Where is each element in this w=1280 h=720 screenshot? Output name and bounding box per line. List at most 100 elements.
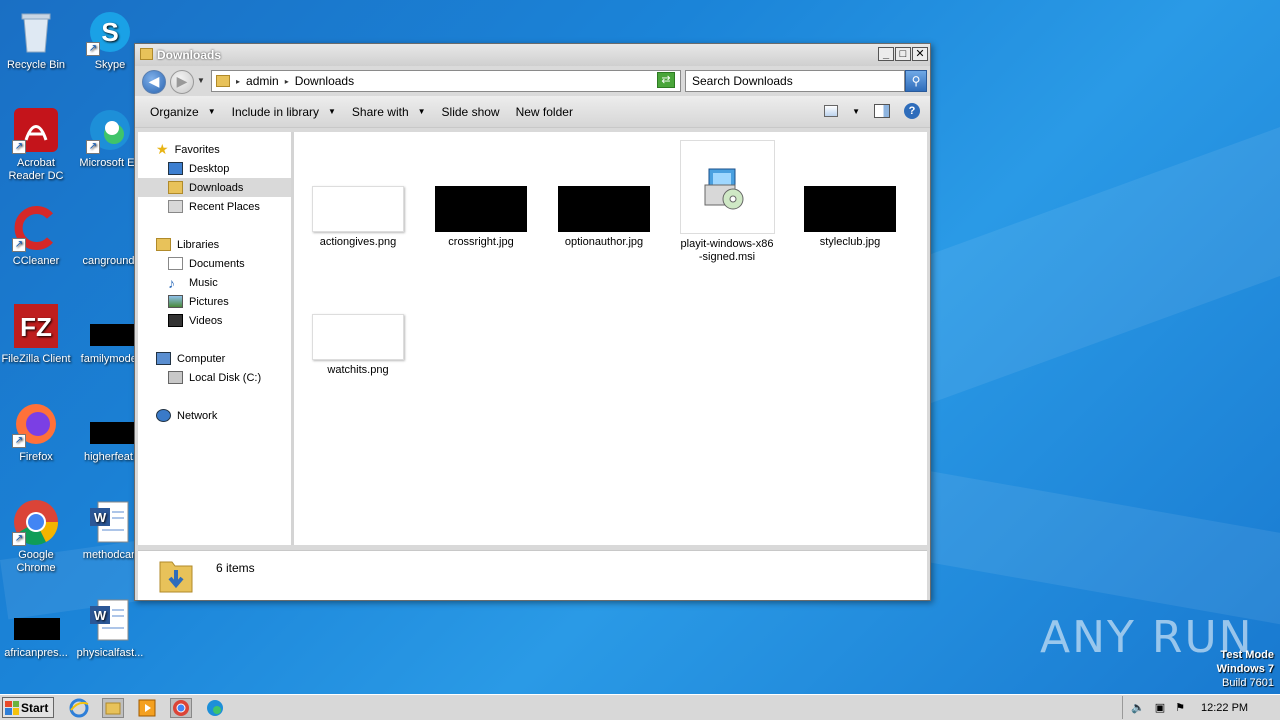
downloads-folder-icon [168, 181, 183, 194]
action-center-flag-icon[interactable]: ⚑ [1175, 701, 1185, 714]
breadcrumb-downloads[interactable]: Downloads [295, 74, 354, 88]
share-with-button[interactable]: Share with ▼ [344, 105, 434, 119]
file-item[interactable]: playit-windows-x86 -signed.msi [672, 140, 782, 264]
slide-show-button[interactable]: Slide show [434, 105, 508, 119]
windows-logo-icon [5, 700, 19, 715]
window-title: Downloads [157, 48, 222, 62]
nav-item-label: Network [177, 409, 218, 422]
downloads-folder-icon [159, 561, 193, 593]
file-item[interactable]: styleclub.jpg [795, 186, 905, 249]
breadcrumb-admin[interactable]: admin [246, 74, 279, 88]
chevron-down-icon[interactable]: ▼ [852, 107, 860, 116]
ccleaner-icon: ↗ [12, 204, 60, 252]
desktop-icon [168, 162, 183, 175]
music-icon: ♪ [168, 274, 175, 291]
nav-item-pictures[interactable]: Pictures [138, 292, 291, 311]
test-mode-line: Test Mode [1220, 649, 1274, 661]
include-in-library-button[interactable]: Include in library ▼ [224, 105, 344, 119]
nav-item-computer[interactable]: Computer [138, 349, 291, 368]
search-icon[interactable]: ⚲ [905, 70, 927, 92]
nav-item-label: Desktop [189, 162, 230, 175]
nav-item-label: Pictures [189, 295, 229, 308]
desktop-icon-filezilla[interactable]: FZ FileZilla Client [0, 302, 74, 366]
windows-explorer-icon[interactable] [102, 698, 124, 718]
word-doc-icon: W [86, 498, 134, 546]
videos-icon [168, 314, 183, 327]
title-bar[interactable]: Downloads _ □ ✕ [135, 44, 930, 66]
preview-pane-icon[interactable] [874, 104, 890, 118]
chevron-right-icon[interactable]: ▸ [236, 77, 240, 86]
address-bar[interactable]: ▸ admin ▸ Downloads ▼ [211, 70, 681, 92]
organize-label: Organize [150, 104, 199, 119]
chrome-icon[interactable] [170, 698, 192, 718]
chevron-down-icon: ▼ [207, 107, 216, 116]
desktop-icon-ccleaner[interactable]: ↗ CCleaner [0, 204, 74, 268]
refresh-button[interactable]: ⇄ [657, 72, 675, 88]
file-item[interactable]: optionauthor.jpg [549, 186, 659, 249]
file-item[interactable]: crossright.jpg [426, 186, 536, 249]
nav-item-downloads[interactable]: Downloads [138, 178, 291, 197]
desktop-icon-firefox[interactable]: ↗ Firefox [0, 400, 74, 464]
desktop-icon-label: Microsoft Ed [79, 157, 141, 169]
desktop-icon-africanpres[interactable]: africanpres... [0, 596, 74, 660]
nav-item-desktop[interactable]: Desktop [138, 159, 291, 178]
organize-button[interactable]: Organize ▼ [142, 105, 224, 119]
desktop-icon-recycle-bin[interactable]: Recycle Bin [0, 8, 74, 72]
desktop-icon-chrome[interactable]: ↗ Google Chrome [0, 498, 74, 575]
file-list[interactable]: actiongives.png crossright.jpg optionaut… [294, 132, 927, 545]
file-name: watchits.png [327, 364, 389, 376]
minimize-button[interactable]: _ [878, 47, 894, 61]
speaker-icon[interactable]: 🔈 [1131, 701, 1145, 714]
chevron-right-icon[interactable]: ▸ [285, 77, 289, 86]
recent-pages-dropdown[interactable]: ▼ [197, 76, 205, 85]
forward-button[interactable]: ▶ [170, 70, 194, 94]
include-label: Include in library [231, 104, 319, 119]
network-status-icon[interactable]: ▣ [1155, 701, 1165, 714]
recycle-bin-icon [12, 8, 60, 56]
explorer-window[interactable]: Downloads _ □ ✕ ◀ ▶ ▼ ▸ admin ▸ Download… [134, 43, 931, 601]
word-doc-icon: W [86, 596, 134, 644]
nav-item-network[interactable]: Network [138, 406, 291, 425]
libraries-icon [156, 238, 171, 251]
file-item[interactable]: actiongives.png [303, 186, 413, 249]
nav-item-documents[interactable]: Documents [138, 254, 291, 273]
desktop-icon-label: Skype [94, 59, 126, 71]
explorer-body: ★ Favorites Desktop Downloads Recent Pla… [138, 132, 927, 545]
back-button[interactable]: ◀ [142, 70, 166, 94]
media-player-icon[interactable] [136, 698, 158, 718]
recent-places-icon [168, 200, 183, 213]
close-button[interactable]: ✕ [912, 47, 928, 61]
nav-item-libraries[interactable]: Libraries [138, 235, 291, 254]
installer-icon [679, 140, 775, 234]
clock[interactable]: 12:22 PM [1201, 702, 1248, 714]
help-icon[interactable]: ? [904, 103, 920, 119]
image-thumbnail [312, 186, 404, 232]
maximize-button[interactable]: □ [895, 47, 911, 61]
file-name-line: playit-windows-x86 [680, 238, 774, 250]
shortcut-arrow-icon: ↗ [12, 434, 26, 448]
nav-item-music[interactable]: ♪ Music [138, 273, 291, 292]
chevron-down-icon: ▼ [328, 107, 336, 116]
nav-item-videos[interactable]: Videos [138, 311, 291, 330]
file-name: actiongives.png [319, 236, 397, 248]
svg-text:FZ: FZ [20, 312, 52, 342]
edge-icon: ↗ [86, 106, 134, 154]
computer-icon [156, 352, 171, 365]
desktop-icon-acrobat[interactable]: ↗ Acrobat Reader DC [0, 106, 74, 183]
start-button[interactable]: Start [2, 697, 54, 718]
internet-explorer-icon[interactable] [68, 698, 90, 718]
black-thumbnail-icon [86, 400, 138, 448]
navigation-pane[interactable]: ★ Favorites Desktop Downloads Recent Pla… [138, 132, 294, 545]
nav-item-recent-places[interactable]: Recent Places [138, 197, 291, 216]
search-input[interactable]: Search Downloads [685, 70, 905, 92]
nav-item-local-disk[interactable]: Local Disk (C:) [138, 368, 291, 387]
nav-item-favorites[interactable]: ★ Favorites [138, 140, 291, 159]
new-folder-button[interactable]: New folder [508, 105, 581, 119]
system-tray: 🔈 ▣ ⚑ 12:22 PM [1122, 696, 1280, 719]
star-icon: ★ [156, 141, 169, 157]
desktop-icon-physicalfast[interactable]: W physicalfast... [72, 596, 148, 660]
change-view-icon[interactable] [824, 105, 839, 117]
desktop-icon-label: CCleaner [12, 255, 60, 267]
file-item[interactable]: watchits.png [303, 314, 413, 377]
edge-icon[interactable] [204, 698, 226, 718]
